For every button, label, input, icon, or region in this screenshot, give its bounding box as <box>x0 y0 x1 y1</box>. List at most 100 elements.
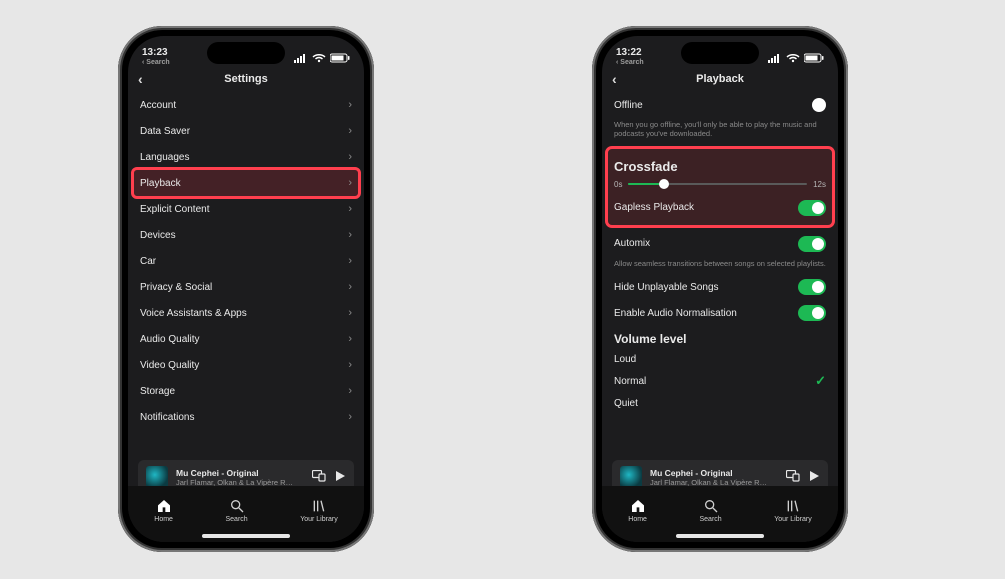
page-title: Settings <box>224 73 267 85</box>
volume-option-loud[interactable]: Loud <box>614 348 826 370</box>
settings-list: Account› Data Saver› Languages› Playback… <box>128 92 364 430</box>
gapless-label: Gapless Playback <box>614 202 694 213</box>
row-storage[interactable]: Storage› <box>140 378 352 404</box>
row-explicit-content[interactable]: Explicit Content› <box>140 196 352 222</box>
home-icon <box>630 498 646 514</box>
signal-icon <box>768 53 782 66</box>
row-languages[interactable]: Languages› <box>140 144 352 170</box>
crossfade-highlight: Crossfade 0s 12s Gapless Playback <box>608 149 832 225</box>
chevron-right-icon: › <box>348 99 352 111</box>
chevron-right-icon: › <box>348 359 352 371</box>
home-icon <box>156 498 172 514</box>
status-time: 13:23 <box>142 48 170 58</box>
row-audio-quality[interactable]: Audio Quality› <box>140 326 352 352</box>
normalisation-toggle[interactable] <box>798 305 826 321</box>
row-data-saver[interactable]: Data Saver› <box>140 118 352 144</box>
chevron-right-icon: › <box>348 177 352 189</box>
row-devices[interactable]: Devices› <box>140 222 352 248</box>
row-gapless: Gapless Playback <box>614 195 826 221</box>
row-normalisation: Enable Audio Normalisation <box>614 300 826 326</box>
row-automix: Automix <box>614 231 826 257</box>
volume-level-title: Volume level <box>614 326 826 348</box>
playback-scroll[interactable]: Offline When you go offline, you'll only… <box>602 92 838 460</box>
chevron-right-icon: › <box>348 229 352 241</box>
status-time: 13:22 <box>616 48 644 58</box>
hide-unplayable-toggle[interactable] <box>798 279 826 295</box>
volume-option-normal[interactable]: Normal✓ <box>614 370 826 392</box>
automix-desc: Allow seamless transitions between songs… <box>614 257 826 274</box>
row-privacy-social[interactable]: Privacy & Social› <box>140 274 352 300</box>
tab-library[interactable]: Your Library <box>300 498 338 523</box>
chevron-right-icon: › <box>348 125 352 137</box>
back-button[interactable]: ‹ <box>138 71 143 87</box>
row-video-quality[interactable]: Video Quality› <box>140 352 352 378</box>
crossfade-slider-row: 0s 12s <box>614 180 826 189</box>
status-back-hint: ‹ Search <box>142 59 170 66</box>
play-icon[interactable] <box>334 470 346 485</box>
chevron-right-icon: › <box>348 411 352 423</box>
phone-mockup-left: 13:23 ‹ Search ‹ Settings <box>118 26 374 552</box>
tab-home[interactable]: Home <box>628 498 647 523</box>
np-title: Mu Cephei - Original <box>176 468 304 478</box>
tutorial-canvas: 13:23 ‹ Search ‹ Settings <box>0 0 1005 579</box>
dynamic-island <box>681 42 759 64</box>
nav-header: ‹ Settings <box>128 66 364 92</box>
back-button[interactable]: ‹ <box>612 71 617 87</box>
screen-playback: 13:22 ‹ Search ‹ Playback Offline <box>602 36 838 542</box>
crossfade-title: Crossfade <box>614 153 826 176</box>
tab-home[interactable]: Home <box>154 498 173 523</box>
chevron-right-icon: › <box>348 151 352 163</box>
search-icon <box>703 498 719 514</box>
play-icon[interactable] <box>808 470 820 485</box>
devices-icon[interactable] <box>786 470 800 485</box>
crossfade-slider[interactable] <box>628 183 807 185</box>
library-icon <box>311 498 327 514</box>
normalisation-label: Enable Audio Normalisation <box>614 308 737 319</box>
album-art-icon <box>146 466 168 488</box>
check-icon: ✓ <box>815 373 826 389</box>
library-icon <box>785 498 801 514</box>
hide-unplayable-label: Hide Unplayable Songs <box>614 282 719 293</box>
tab-search[interactable]: Search <box>225 498 247 523</box>
chevron-right-icon: › <box>348 255 352 267</box>
row-car[interactable]: Car› <box>140 248 352 274</box>
crossfade-min: 0s <box>614 180 622 189</box>
chevron-right-icon: › <box>348 307 352 319</box>
gapless-toggle[interactable] <box>798 200 826 216</box>
automix-toggle[interactable] <box>798 236 826 252</box>
row-hide-unplayable: Hide Unplayable Songs <box>614 274 826 300</box>
home-indicator[interactable] <box>202 534 290 538</box>
row-offline: Offline <box>614 92 826 118</box>
tab-search[interactable]: Search <box>699 498 721 523</box>
offline-label: Offline <box>614 100 643 111</box>
tab-library[interactable]: Your Library <box>774 498 812 523</box>
battery-icon <box>330 53 350 66</box>
row-playback[interactable]: Playback› <box>134 170 358 196</box>
home-indicator[interactable] <box>676 534 764 538</box>
crossfade-max: 12s <box>813 180 826 189</box>
wifi-icon <box>312 53 326 66</box>
nav-header: ‹ Playback <box>602 66 838 92</box>
np-title: Mu Cephei - Original <box>650 468 778 478</box>
battery-icon <box>804 53 824 66</box>
signal-icon <box>294 53 308 66</box>
dynamic-island <box>207 42 285 64</box>
chevron-right-icon: › <box>348 333 352 345</box>
chevron-right-icon: › <box>348 281 352 293</box>
crossfade-knob[interactable] <box>659 179 669 189</box>
phone-mockup-right: 13:22 ‹ Search ‹ Playback Offline <box>592 26 848 552</box>
automix-label: Automix <box>614 238 650 249</box>
album-art-icon <box>620 466 642 488</box>
devices-icon[interactable] <box>312 470 326 485</box>
offline-toggle[interactable] <box>812 98 826 112</box>
row-notifications[interactable]: Notifications› <box>140 404 352 430</box>
screen-settings: 13:23 ‹ Search ‹ Settings <box>128 36 364 542</box>
volume-option-quiet[interactable]: Quiet <box>614 392 826 414</box>
chevron-right-icon: › <box>348 203 352 215</box>
wifi-icon <box>786 53 800 66</box>
status-back-hint: ‹ Search <box>616 59 644 66</box>
offline-desc: When you go offline, you'll only be able… <box>614 118 826 145</box>
row-account[interactable]: Account› <box>140 92 352 118</box>
settings-list-scroll[interactable]: Account› Data Saver› Languages› Playback… <box>128 92 364 460</box>
row-voice-assistants[interactable]: Voice Assistants & Apps› <box>140 300 352 326</box>
